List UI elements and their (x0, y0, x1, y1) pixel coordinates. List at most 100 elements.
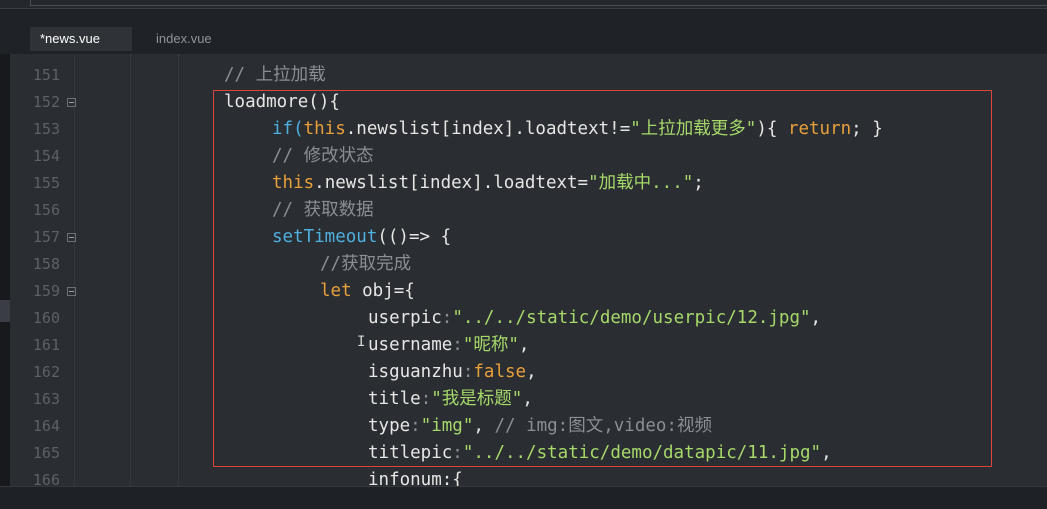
code-token: infonum:{ (368, 470, 463, 486)
code-token: titlepic (368, 443, 453, 463)
code-text: titlepic:"../../static/demo/datapic/11.j… (368, 440, 832, 467)
line-number: 165 (32, 444, 60, 462)
code-line[interactable]: 156 // 获取数据 (10, 197, 1047, 224)
code-token: : (452, 335, 463, 355)
code-text: setTimeout(()=> { (272, 224, 451, 251)
code-token: ){ (756, 119, 788, 139)
fold-toggle-icon[interactable] (67, 233, 76, 242)
code-token: "我是标题" (431, 389, 523, 409)
code-text: //获取完成 (320, 251, 411, 278)
code-token: "img" (420, 416, 474, 436)
code-line[interactable]: 164 type:"img", // img:图文,video:视频 (10, 413, 1047, 440)
line-number: 152 (32, 93, 60, 111)
code-text: isguanzhu:false, (368, 359, 537, 386)
code-token: : (441, 308, 453, 328)
code-token: .newslist[index].loadtext= (314, 173, 589, 193)
code-token: , (526, 362, 537, 382)
code-token: , (518, 335, 530, 355)
code-line[interactable]: 166 infonum:{ (10, 467, 1047, 486)
code-token: "昵称" (462, 335, 519, 355)
code-token: title (368, 389, 421, 409)
line-number: 161 (32, 336, 60, 354)
code-text: // 获取数据 (272, 197, 374, 224)
code-text: this.newslist[index].loadtext="加载中..."; (272, 170, 704, 197)
code-token: isguanzhu (368, 362, 463, 382)
line-number: 156 (32, 201, 60, 219)
code-token: , (821, 443, 832, 463)
code-token: "../../static/demo/datapic/11.jpg" (462, 443, 822, 463)
line-number: 155 (32, 174, 60, 192)
code-line[interactable]: 157 setTimeout(()=> { (10, 224, 1047, 251)
code-text: type:"img", // img:图文,video:视频 (368, 413, 712, 440)
code-token: loadmore(){ (224, 92, 340, 112)
tab-index-vue[interactable]: index.vue (146, 27, 236, 51)
code-line[interactable]: 163 title:"我是标题", (10, 386, 1047, 413)
code-token: username (368, 335, 453, 355)
line-number: 157 (32, 228, 60, 246)
line-number: 163 (32, 390, 60, 408)
line-number: 159 (32, 282, 60, 300)
code-text: userpic:"../../static/demo/userpic/12.jp… (368, 305, 821, 332)
code-line[interactable]: 159 let obj={ (10, 278, 1047, 305)
code-token: // img:图文,video:视频 (494, 416, 712, 436)
scroll-marker (0, 300, 10, 322)
tab-bar: *news.vue index.vue (0, 9, 1047, 54)
code-line[interactable]: 165 titlepic:"../../static/demo/datapic/1… (10, 440, 1047, 467)
tab-news-vue[interactable]: *news.vue (30, 27, 132, 51)
code-token: if( (272, 119, 304, 139)
code-token: this (272, 173, 315, 193)
code-text: loadmore(){ (224, 89, 340, 116)
code-token: this (303, 119, 346, 139)
code-text: if(this.newslist[index].loadtext!="上拉加载更… (272, 116, 883, 143)
left-sidebar-strip (0, 54, 10, 486)
code-text: infonum:{ (368, 467, 463, 486)
code-token: : (420, 389, 432, 409)
fold-toggle-icon[interactable] (67, 287, 76, 296)
line-number: 151 (32, 66, 60, 84)
code-token: "上拉加载更多" (630, 119, 757, 139)
code-editor[interactable]: 151// 上拉加载 152 loadmore(){153 if(this.newsl… (10, 54, 1047, 486)
code-token: : (462, 362, 474, 382)
code-token: let (320, 281, 352, 301)
code-token: ; } (851, 119, 883, 139)
code-token: , (810, 308, 822, 328)
code-line[interactable]: 158 //获取完成 (10, 251, 1047, 278)
code-line[interactable]: 162 isguanzhu:false, (10, 359, 1047, 386)
code-token: userpic (368, 308, 442, 328)
code-text: // 上拉加载 (224, 62, 326, 89)
line-number: 160 (32, 309, 60, 327)
line-number: 154 (32, 147, 60, 165)
line-number: 164 (32, 417, 60, 435)
code-text: let obj={ (320, 278, 415, 305)
top-bar-frame (30, 0, 1047, 6)
code-token: //获取完成 (320, 254, 412, 274)
text-cursor-icon: I (357, 334, 366, 350)
line-number: 153 (32, 120, 60, 138)
code-token: return (787, 119, 852, 139)
code-text: title:"我是标题", (368, 386, 533, 413)
code-line[interactable]: 155 this.newslist[index].loadtext="加载中...… (10, 170, 1047, 197)
line-number: 166 (32, 471, 60, 486)
code-token: : (410, 416, 421, 436)
code-text: // 修改状态 (272, 143, 374, 170)
code-token: ; (693, 173, 704, 193)
line-number: 158 (32, 255, 60, 273)
code-line[interactable]: 151 // 上拉加载 (10, 62, 1047, 89)
code-token: , (473, 416, 495, 436)
code-line[interactable]: 160 userpic:"../../static/demo/userpic/12… (10, 305, 1047, 332)
code-token: // 修改状态 (272, 146, 374, 166)
code-line[interactable]: 161 username:"昵称", (10, 332, 1047, 359)
code-line[interactable]: 153 if(this.newslist[index].loadtext!="上拉… (10, 116, 1047, 143)
code-text: username:"昵称", (368, 332, 529, 359)
code-token: setTimeout (272, 227, 378, 247)
code-line[interactable]: 154 // 修改状态 (10, 143, 1047, 170)
code-line[interactable]: 152 loadmore(){ (10, 89, 1047, 116)
fold-toggle-icon[interactable] (67, 98, 76, 107)
code-token: , (522, 389, 533, 409)
code-token: type (368, 416, 411, 436)
line-number: 162 (32, 363, 60, 381)
code-token: .newslist[index].loadtext!= (345, 119, 631, 139)
code-token: "../../static/demo/userpic/12.jpg" (452, 308, 811, 328)
code-token: // 上拉加载 (224, 65, 326, 85)
window-top-bar (0, 0, 1047, 9)
